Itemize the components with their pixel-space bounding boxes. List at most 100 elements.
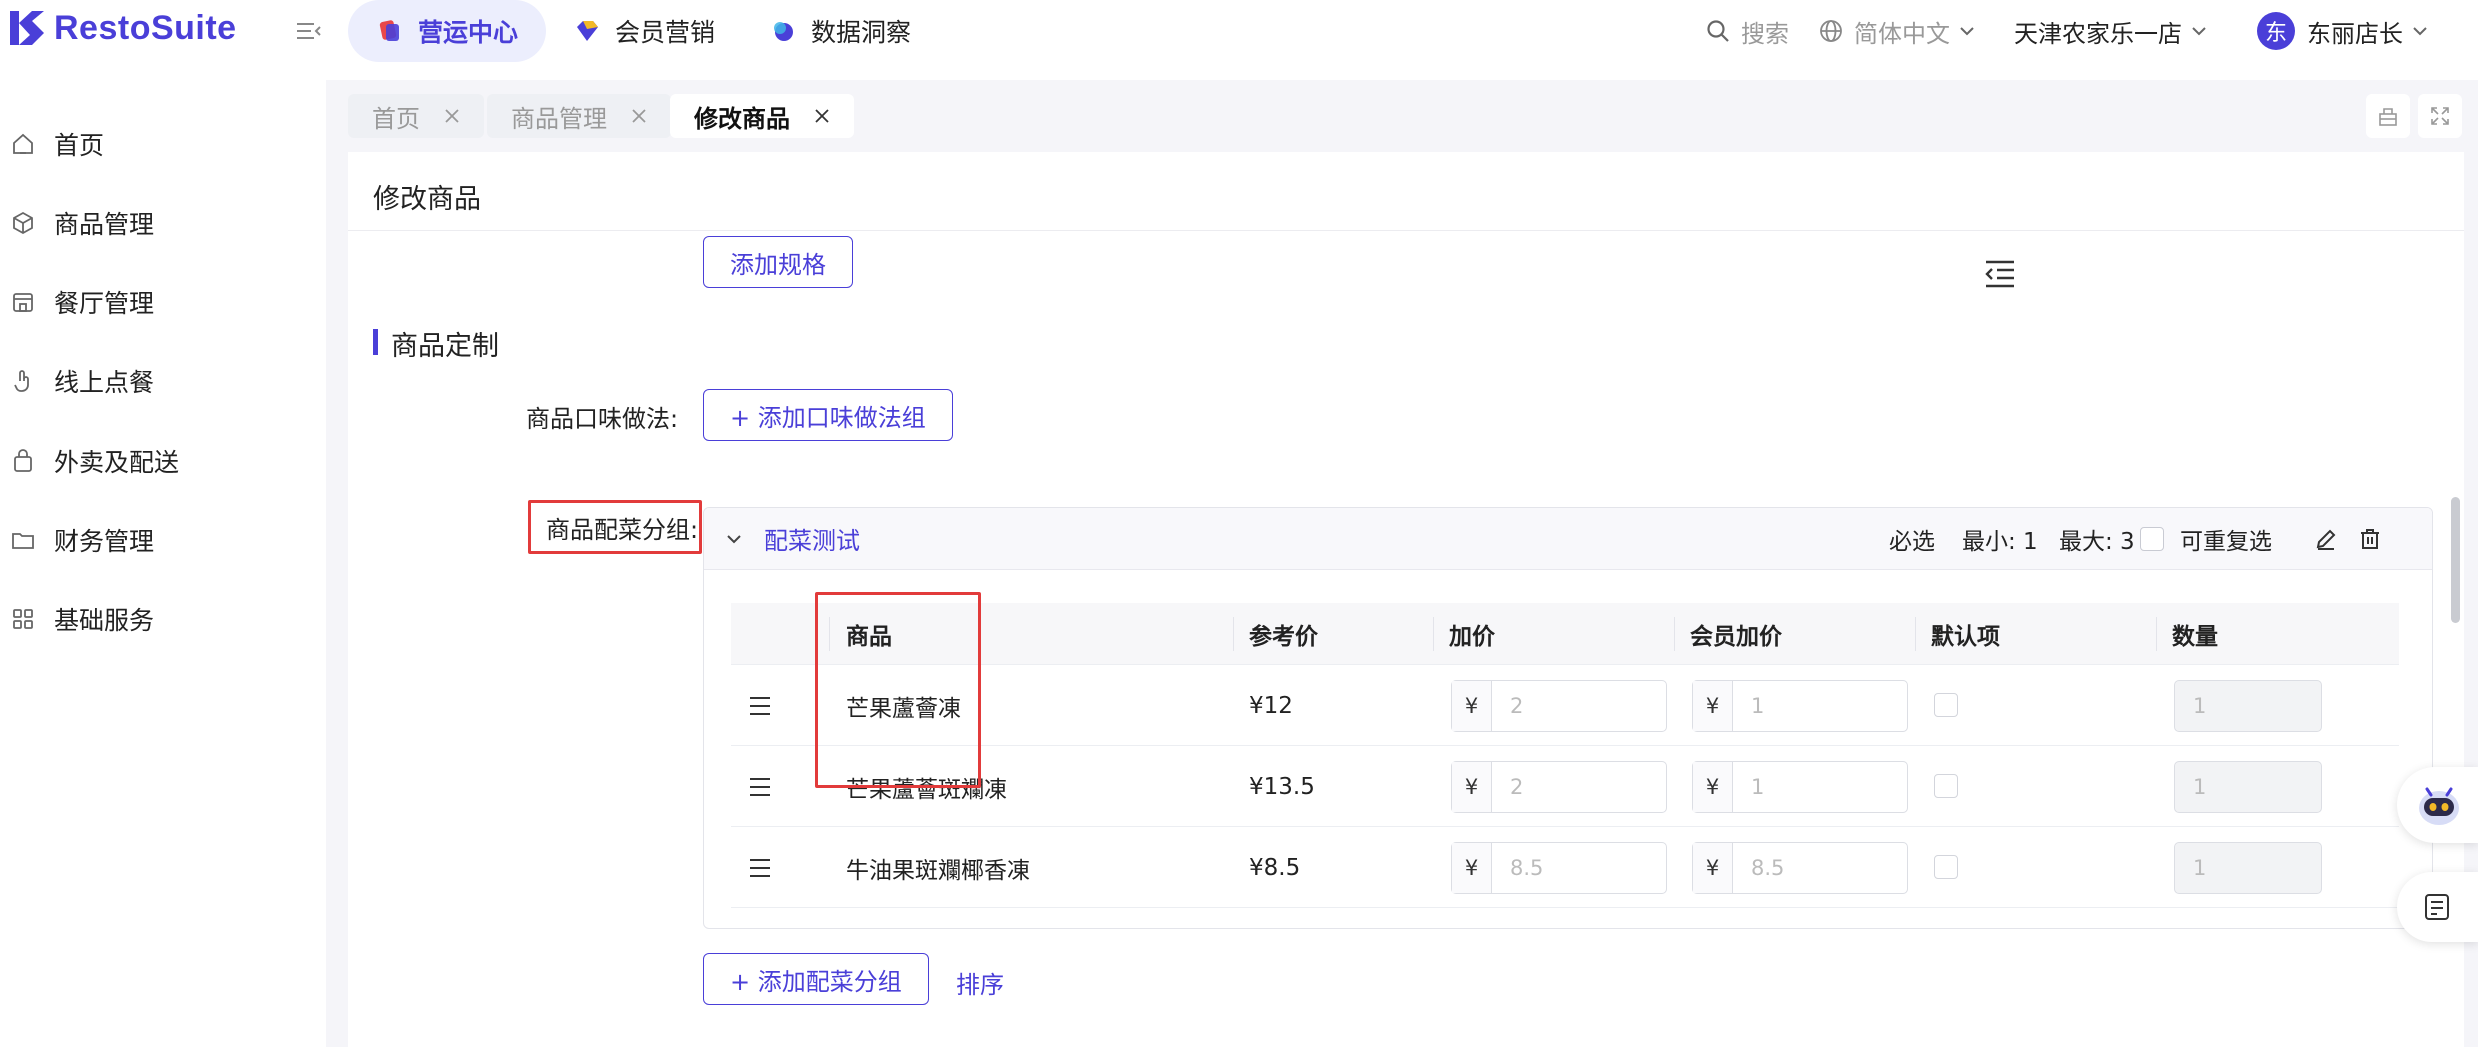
section-accent-bar <box>373 329 378 355</box>
module-tab-operations[interactable]: 营运中心 <box>348 0 547 62</box>
markup-input-group[interactable]: ¥ <box>1451 842 1667 894</box>
sidebar-item-label: 线上点餐 <box>54 368 155 397</box>
sidebar-item-online-ordering[interactable]: 线上点餐 <box>0 351 326 411</box>
sidebar-item-label: 外卖及配送 <box>54 448 180 477</box>
refresh-page-button[interactable] <box>2366 94 2410 138</box>
sidebar: 首页 商品管理 餐厅管理 线上点餐 外卖及配送 财务管理 基础服务 <box>0 80 326 1047</box>
top-bar: RestoSuite 营运中心 会员营销 数据洞察 搜索 简体中文 天津农家乐一… <box>0 0 2478 80</box>
member-markup-input[interactable] <box>1733 762 1907 812</box>
markup-input[interactable] <box>1492 681 1666 731</box>
diamond-icon <box>577 21 598 41</box>
fullscreen-button[interactable] <box>2418 94 2462 138</box>
cube-icon <box>379 20 399 41</box>
expand-icon <box>2431 107 2449 125</box>
section-title: 商品定制 <box>391 331 499 362</box>
search-label: 搜索 <box>1741 19 1789 48</box>
user-menu[interactable]: 东 东丽店长 <box>2257 0 2429 62</box>
group-name[interactable]: 配菜测试 <box>764 521 860 556</box>
side-dish-table: 商品 参考价 加价 会员加价 默认项 数量 芒果蘆薈凍 ¥12 ¥ 2 ¥ 1 … <box>731 603 2399 928</box>
edit-icon[interactable] <box>2314 527 2338 551</box>
robot-icon <box>2419 787 2459 825</box>
chevron-down-icon <box>2192 27 2206 36</box>
brand-logo[interactable]: RestoSuite <box>8 8 237 48</box>
trash-icon[interactable] <box>2358 527 2382 551</box>
sort-link[interactable]: 排序 <box>956 965 1004 1000</box>
default-checkbox[interactable] <box>1934 855 1958 879</box>
user-name: 东丽店长 <box>2307 19 2403 48</box>
page-tab-edit-product[interactable]: 修改商品 <box>670 94 854 138</box>
required-label: 必选 <box>1889 529 1935 555</box>
edit-product-card: 修改商品 添加规格 商品定制 商品口味做法: + 添加口味做法组 商品配菜分组:… <box>348 152 2464 1047</box>
sidebar-item-home[interactable]: 首页 <box>0 114 326 174</box>
flavor-label: 商品口味做法: <box>526 405 679 433</box>
search-button[interactable]: 搜索 <box>1705 0 1789 62</box>
ref-price: ¥13.5 <box>1249 773 1315 800</box>
checkbox[interactable] <box>2140 527 2164 551</box>
member-markup-input-group[interactable]: ¥ <box>1692 761 1908 813</box>
member-markup-input-group[interactable]: ¥ <box>1692 842 1908 894</box>
scrollbar-thumb[interactable] <box>2451 497 2460 623</box>
quantity-field <box>2174 761 2322 813</box>
chevron-down-icon[interactable] <box>724 529 744 549</box>
add-spec-button[interactable]: 添加规格 <box>703 236 853 288</box>
add-flavor-group-button[interactable]: + 添加口味做法组 <box>703 389 953 441</box>
chevron-down-icon <box>2413 27 2427 36</box>
notes-button[interactable] <box>2397 872 2478 942</box>
add-side-group-button[interactable]: + 添加配菜分组 <box>703 953 929 1005</box>
module-tab-label: 数据洞察 <box>811 18 912 47</box>
page-tab-home[interactable]: 首页 <box>348 94 484 138</box>
sidebar-item-restaurant-management[interactable]: 餐厅管理 <box>0 272 326 332</box>
drag-handle-icon[interactable] <box>747 693 773 719</box>
drag-handle-icon[interactable] <box>747 774 773 800</box>
close-icon[interactable] <box>814 108 830 124</box>
member-markup-input[interactable] <box>1733 681 1907 731</box>
min-label: 最小: 1 <box>1962 529 2038 555</box>
divider <box>348 230 2464 231</box>
member-markup-input-group[interactable]: ¥ <box>1692 680 1908 732</box>
repeatable-checkbox[interactable]: 可重复选 <box>2140 508 2272 570</box>
sidebar-item-label: 财务管理 <box>54 527 155 556</box>
module-tab-label: 营运中心 <box>418 18 519 47</box>
column-separator <box>1233 617 1234 651</box>
close-icon[interactable] <box>631 108 647 124</box>
ai-assistant-button[interactable] <box>2397 767 2478 843</box>
highlight-box <box>815 592 981 788</box>
collapse-menu-icon[interactable] <box>294 16 324 46</box>
member-markup-input[interactable] <box>1733 843 1907 893</box>
orb-icon <box>774 22 793 41</box>
sidebar-item-delivery[interactable]: 外卖及配送 <box>0 431 326 491</box>
sidebar-item-basic-services[interactable]: 基础服务 <box>0 589 326 649</box>
default-checkbox[interactable] <box>1934 693 1958 717</box>
sidebar-item-finance[interactable]: 财务管理 <box>0 510 326 570</box>
close-icon[interactable] <box>444 108 460 124</box>
drag-handle-icon[interactable] <box>747 855 773 881</box>
sidebar-item-label: 商品管理 <box>54 210 155 239</box>
column-separator <box>1915 617 1916 651</box>
grid-icon <box>13 609 33 629</box>
page-tab-label: 修改商品 <box>694 104 790 133</box>
currency-prefix: ¥ <box>1452 843 1492 893</box>
sidebar-item-product-management[interactable]: 商品管理 <box>0 193 326 253</box>
module-tab-label: 会员营销 <box>615 18 716 47</box>
quantity-field <box>2174 842 2322 894</box>
page-tab-product-management[interactable]: 商品管理 <box>487 94 671 138</box>
markup-input[interactable] <box>1492 843 1666 893</box>
store-selector[interactable]: 天津农家乐一店 <box>2014 0 2208 62</box>
module-tab-data-insights[interactable]: 数据洞察 <box>741 0 939 62</box>
box-icon <box>13 211 33 235</box>
quantity-input <box>2175 762 2321 812</box>
module-tab-member-marketing[interactable]: 会员营销 <box>545 0 743 62</box>
column-header-ref-price: 参考价 <box>1249 624 1318 650</box>
store-icon <box>13 293 33 312</box>
markup-input-group[interactable]: ¥ <box>1451 680 1667 732</box>
markup-input-group[interactable]: ¥ <box>1451 761 1667 813</box>
page-title: 修改商品 <box>373 184 481 215</box>
outdent-icon[interactable] <box>1983 257 2017 291</box>
markup-input[interactable] <box>1492 762 1666 812</box>
column-separator <box>1674 617 1675 651</box>
default-checkbox[interactable] <box>1934 774 1958 798</box>
table-header: 商品 参考价 加价 会员加价 默认项 数量 <box>731 603 2399 665</box>
highlight-box <box>528 500 702 554</box>
column-header-member-markup: 会员加价 <box>1690 624 1782 650</box>
language-selector[interactable]: 简体中文 <box>1818 0 1976 62</box>
